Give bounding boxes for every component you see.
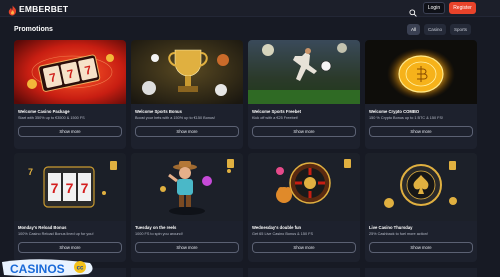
promo-title: Live Casino Thursday <box>369 225 413 230</box>
show-more-button[interactable]: Show more <box>369 242 473 253</box>
promo-card: 7 7 7 Welcome Casino Package Start with … <box>14 40 126 149</box>
svg-text:CASINOS: CASINOS <box>10 262 65 276</box>
promo-image-coin <box>365 40 477 104</box>
svg-text:7: 7 <box>66 180 74 196</box>
show-more-button[interactable]: Show more <box>18 126 122 137</box>
show-more-button[interactable]: Show more <box>252 126 356 137</box>
promo-description: 25% Cashback to fuel more action! <box>369 232 428 236</box>
register-button[interactable]: Register <box>449 2 476 14</box>
promo-title: Welcome Crypto COMBO <box>369 109 420 114</box>
promo-image-character <box>131 153 243 221</box>
promo-image-chip <box>365 153 477 221</box>
svg-text:cc: cc <box>77 266 84 272</box>
promo-description: Get 65 Live Casino Bonus & 150 FS <box>252 232 313 236</box>
promo-description: 150 % Crypto Bonus up to 1 BTC & 150 FS! <box>369 116 444 120</box>
promo-card: 7 7 7 7 Monday's Reload Bonus 100% Casin… <box>14 153 126 262</box>
promo-card: Live Casino Thursday 25% Cashback to fue… <box>365 153 477 262</box>
promo-card: Welcome Crypto COMBO 150 % Crypto Bonus … <box>365 40 477 149</box>
top-bar: EMBERBET Login Register <box>0 0 500 17</box>
emberbet-logo[interactable]: EMBERBET <box>7 3 69 16</box>
brand-name: EMBERBET <box>19 3 69 14</box>
promo-title: Welcome Casino Package <box>18 109 70 114</box>
promo-card: Welcome Sports Bonus Boost your bets wit… <box>131 40 243 149</box>
show-more-button[interactable]: Show more <box>369 126 473 137</box>
svg-text:7: 7 <box>81 180 89 196</box>
promo-description: 100% Casino Reload Bonus lined up for yo… <box>18 232 94 236</box>
login-button[interactable]: Login <box>423 2 445 14</box>
promo-image-777: 7 7 7 7 <box>14 153 126 221</box>
promo-image-roulette <box>248 153 360 221</box>
casinos-watermark: CASINOS cc <box>0 258 100 277</box>
promo-title: Wednesday's double fun <box>252 225 302 230</box>
promo-card: Welcome Sports Freebet Kick off with a €… <box>248 40 360 149</box>
show-more-button[interactable]: Show more <box>252 242 356 253</box>
promo-title: Monday's Reload Bonus <box>18 225 67 230</box>
promo-card: Wednesday's double fun Get 65 Live Casin… <box>248 153 360 262</box>
flame-icon <box>7 3 18 16</box>
promo-image-slots: 7 7 7 <box>14 40 126 104</box>
promo-card: Tuesday on the reels 1000 FS to spin you… <box>131 153 243 262</box>
show-more-button[interactable]: Show more <box>18 242 122 253</box>
promo-description: Start with 350% up to €3500 & 1500 FS <box>18 116 85 120</box>
svg-text:7: 7 <box>28 167 33 177</box>
promo-title: Welcome Sports Bonus <box>135 109 182 114</box>
filter-sports[interactable]: Sports <box>450 24 472 35</box>
svg-text:7: 7 <box>51 180 59 196</box>
promo-description: Boost your bets with a 150% up to €150 B… <box>135 116 215 120</box>
promo-title: Welcome Sports Freebet <box>252 109 302 114</box>
promo-description: 1000 FS to spin you around! <box>135 232 183 236</box>
promo-filters: All Casino Sports <box>407 24 472 35</box>
promo-image-trophy <box>131 40 243 104</box>
promo-title: Tuesday on the reels <box>135 225 177 230</box>
promo-image-football <box>248 40 360 104</box>
filter-all[interactable]: All <box>407 24 421 35</box>
search-icon[interactable] <box>409 4 417 17</box>
promo-description: Kick off with a €25 Freebet! <box>252 116 298 120</box>
show-more-button[interactable]: Show more <box>135 126 239 137</box>
filter-casino[interactable]: Casino <box>424 24 447 35</box>
show-more-button[interactable]: Show more <box>135 242 239 253</box>
page-title: Promotions <box>14 26 53 33</box>
